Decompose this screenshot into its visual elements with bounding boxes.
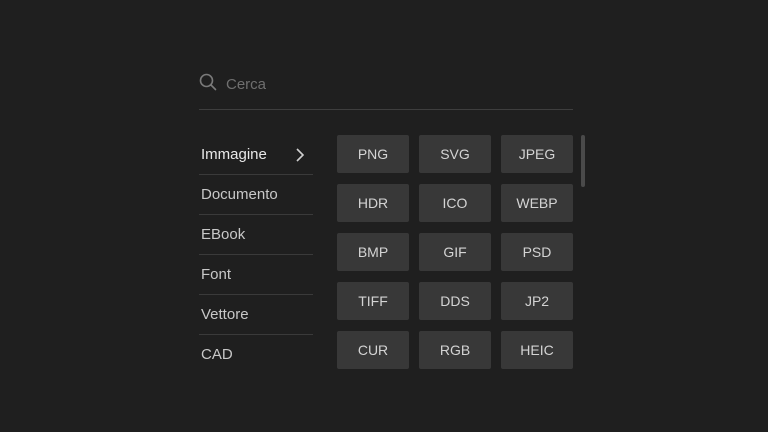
format-button-psd[interactable]: PSD	[501, 233, 573, 271]
category-item-documento[interactable]: Documento	[199, 175, 313, 215]
category-item-immagine[interactable]: Immagine	[199, 135, 313, 175]
search-bar	[199, 70, 573, 110]
category-list: Immagine Documento EBook Font Vettore CA…	[199, 135, 313, 375]
category-item-vettore[interactable]: Vettore	[199, 295, 313, 335]
format-button-gif[interactable]: GIF	[419, 233, 491, 271]
category-label: Vettore	[201, 306, 249, 323]
category-label: EBook	[201, 226, 246, 243]
category-label: Font	[201, 266, 232, 283]
format-button-jp2[interactable]: JP2	[501, 282, 573, 320]
format-button-webp[interactable]: WEBP	[501, 184, 573, 222]
category-label: Immagine	[201, 146, 267, 163]
category-item-font[interactable]: Font	[199, 255, 313, 295]
format-button-bmp[interactable]: BMP	[337, 233, 409, 271]
format-button-cur[interactable]: CUR	[337, 331, 409, 369]
format-button-heic[interactable]: HEIC	[501, 331, 573, 369]
category-item-cad[interactable]: CAD	[199, 335, 313, 375]
format-button-svg[interactable]: SVG	[419, 135, 491, 173]
search-input[interactable]	[226, 72, 556, 96]
format-button-dds[interactable]: DDS	[419, 282, 491, 320]
category-label: CAD	[201, 346, 233, 363]
search-icon	[199, 73, 217, 91]
format-picker: Immagine Documento EBook Font Vettore CA…	[0, 0, 768, 432]
chevron-right-icon	[295, 148, 305, 162]
format-button-jpeg[interactable]: JPEG	[501, 135, 573, 173]
format-button-hdr[interactable]: HDR	[337, 184, 409, 222]
scrollbar-thumb[interactable]	[581, 135, 585, 187]
format-grid: PNG SVG JPEG HDR ICO WEBP BMP GIF PSD TI…	[337, 135, 573, 369]
format-button-tiff[interactable]: TIFF	[337, 282, 409, 320]
category-item-ebook[interactable]: EBook	[199, 215, 313, 255]
category-label: Documento	[201, 186, 278, 203]
format-button-png[interactable]: PNG	[337, 135, 409, 173]
format-button-rgb[interactable]: RGB	[419, 331, 491, 369]
format-button-ico[interactable]: ICO	[419, 184, 491, 222]
